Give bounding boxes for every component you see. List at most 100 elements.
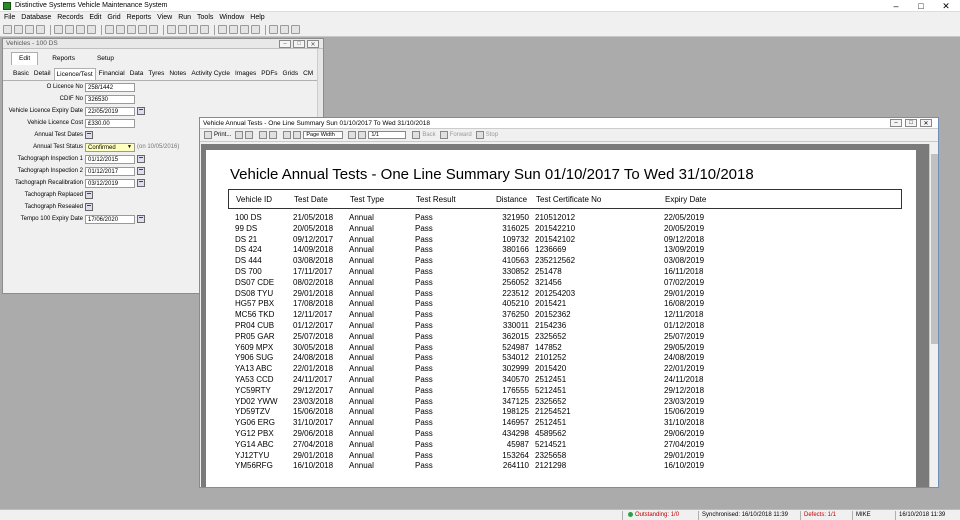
redo-icon[interactable] bbox=[149, 25, 158, 34]
licence-expiry-field[interactable]: 22/05/2019 bbox=[85, 107, 135, 116]
menu-database[interactable]: Database bbox=[21, 14, 51, 21]
undo-icon[interactable] bbox=[138, 25, 147, 34]
print-icon[interactable] bbox=[218, 25, 227, 34]
tach-inspection-1-field[interactable]: 01/12/2015 bbox=[85, 155, 135, 164]
save-icon[interactable] bbox=[76, 25, 85, 34]
cdif-no-field[interactable]: 326530 bbox=[85, 95, 135, 104]
calendar-icon[interactable] bbox=[137, 155, 145, 163]
report-scrollbar[interactable] bbox=[929, 144, 938, 487]
tab-grids[interactable]: Grids bbox=[281, 68, 301, 80]
report-scroll-thumb[interactable] bbox=[931, 154, 938, 344]
calendar-icon[interactable] bbox=[240, 25, 249, 34]
calendar-icon[interactable] bbox=[137, 179, 145, 187]
sort-icon[interactable] bbox=[189, 25, 198, 34]
filter-icon[interactable] bbox=[178, 25, 187, 34]
page-number-input[interactable]: 1/1 bbox=[368, 131, 407, 139]
binoculars-icon[interactable] bbox=[245, 131, 254, 139]
tab-tyres[interactable]: Tyres bbox=[146, 68, 166, 80]
menu-grid[interactable]: Grid bbox=[107, 14, 120, 21]
help-icon[interactable] bbox=[291, 25, 300, 34]
calendar-icon[interactable] bbox=[137, 167, 145, 175]
tab-images[interactable]: Images bbox=[233, 68, 258, 80]
tab-pdfs[interactable]: PDFs bbox=[259, 68, 279, 80]
tab-licence-test[interactable]: Licence/Test bbox=[53, 68, 96, 80]
zoom-select[interactable]: Page Width bbox=[303, 131, 344, 139]
cancel-icon[interactable] bbox=[87, 25, 96, 34]
tab-financial[interactable]: Financial bbox=[97, 68, 127, 80]
page-double-icon[interactable] bbox=[269, 131, 278, 139]
maximize-icon[interactable]: □ bbox=[293, 40, 305, 48]
close-icon[interactable]: ✕ bbox=[920, 119, 932, 127]
menu-file[interactable]: File bbox=[4, 14, 15, 21]
forward-button[interactable]: Forward bbox=[439, 131, 472, 139]
refresh-icon[interactable] bbox=[200, 25, 209, 34]
menu-view[interactable]: View bbox=[157, 14, 172, 21]
maximize-icon[interactable]: □ bbox=[905, 119, 917, 127]
tach-replaced-icon[interactable] bbox=[85, 191, 93, 199]
chart-icon[interactable] bbox=[251, 25, 260, 34]
copy-icon[interactable] bbox=[235, 131, 244, 139]
licence-cost-field[interactable]: £330.00 bbox=[85, 119, 135, 128]
tab-notes[interactable]: Notes bbox=[167, 68, 188, 80]
minimize-icon[interactable]: – bbox=[885, 0, 907, 12]
copy-icon[interactable] bbox=[116, 25, 125, 34]
search-icon[interactable] bbox=[167, 25, 176, 34]
tach-inspection-2-field[interactable]: 01/12/2017 bbox=[85, 167, 135, 176]
prev-page-icon[interactable] bbox=[348, 131, 357, 139]
back-button[interactable]: Back bbox=[412, 131, 436, 139]
menu-records[interactable]: Records bbox=[57, 14, 83, 21]
paste-icon[interactable] bbox=[127, 25, 136, 34]
main-toolbar bbox=[0, 23, 960, 37]
menu-window[interactable]: Window bbox=[219, 14, 244, 21]
page-single-icon[interactable] bbox=[259, 131, 268, 139]
menu-tools[interactable]: Tools bbox=[197, 14, 213, 21]
settings-icon[interactable] bbox=[280, 25, 289, 34]
report-window-title-bar[interactable]: Vehicle Annual Tests - One Line Summary … bbox=[200, 118, 938, 129]
menu-help[interactable]: Help bbox=[250, 14, 264, 21]
tab-activity-cycle[interactable]: Activity Cycle bbox=[189, 68, 232, 80]
maximize-icon[interactable]: □ bbox=[910, 0, 932, 12]
tab-reports[interactable]: Reports bbox=[44, 52, 83, 65]
table-cell: 16/11/2018 bbox=[664, 267, 704, 276]
tempo-expiry-field[interactable]: 17/06/2020 bbox=[85, 215, 135, 224]
zoom-out-icon[interactable] bbox=[293, 131, 302, 139]
tach-resealed-icon[interactable] bbox=[85, 203, 93, 211]
zoom-in-icon[interactable] bbox=[283, 131, 292, 139]
status-divider bbox=[622, 511, 623, 520]
first-record-icon[interactable] bbox=[3, 25, 12, 34]
minimize-icon[interactable]: – bbox=[279, 40, 291, 48]
calendar-icon[interactable] bbox=[137, 215, 145, 223]
tools-icon[interactable] bbox=[269, 25, 278, 34]
table-row: Y906 SUG 24/08/2018 Annual Pass 534012 210125… bbox=[228, 353, 898, 364]
calendar-icon[interactable] bbox=[137, 107, 145, 115]
minimize-icon[interactable]: – bbox=[890, 119, 902, 127]
tab-setup[interactable]: Setup bbox=[89, 52, 122, 65]
prev-record-icon[interactable] bbox=[14, 25, 23, 34]
o-licence-no-field[interactable]: 258/1442 bbox=[85, 83, 135, 92]
last-record-icon[interactable] bbox=[36, 25, 45, 34]
table-cell: 5212451 bbox=[535, 385, 567, 395]
table-cell: 201254203 bbox=[535, 288, 576, 298]
delete-record-icon[interactable] bbox=[65, 25, 74, 34]
close-icon[interactable]: ✕ bbox=[935, 0, 957, 12]
menu-edit[interactable]: Edit bbox=[89, 14, 101, 21]
tab-detail[interactable]: Detail bbox=[32, 68, 53, 80]
vehicles-window-title-bar[interactable]: Vehicles - 100 DS – □ ✕ bbox=[3, 39, 323, 49]
tab-data[interactable]: Data bbox=[128, 68, 146, 80]
tab-edit[interactable]: Edit bbox=[11, 52, 39, 65]
menu-run[interactable]: Run bbox=[178, 14, 191, 21]
print-button[interactable]: Print... bbox=[204, 131, 231, 139]
next-page-icon[interactable] bbox=[358, 131, 367, 139]
annual-test-dates-icon[interactable] bbox=[85, 131, 93, 139]
stop-button[interactable]: Stop bbox=[475, 131, 498, 139]
next-record-icon[interactable] bbox=[25, 25, 34, 34]
tach-recalibration-field[interactable]: 03/12/2019 bbox=[85, 179, 135, 188]
close-icon[interactable]: ✕ bbox=[307, 40, 319, 48]
new-record-icon[interactable] bbox=[54, 25, 63, 34]
menu-reports[interactable]: Reports bbox=[127, 14, 152, 21]
tab-basic[interactable]: Basic bbox=[11, 68, 31, 80]
chevron-down-icon[interactable]: ▼ bbox=[127, 144, 132, 150]
tab-cm[interactable]: CM bbox=[301, 68, 315, 80]
cut-icon[interactable] bbox=[105, 25, 114, 34]
report-icon[interactable] bbox=[229, 25, 238, 34]
